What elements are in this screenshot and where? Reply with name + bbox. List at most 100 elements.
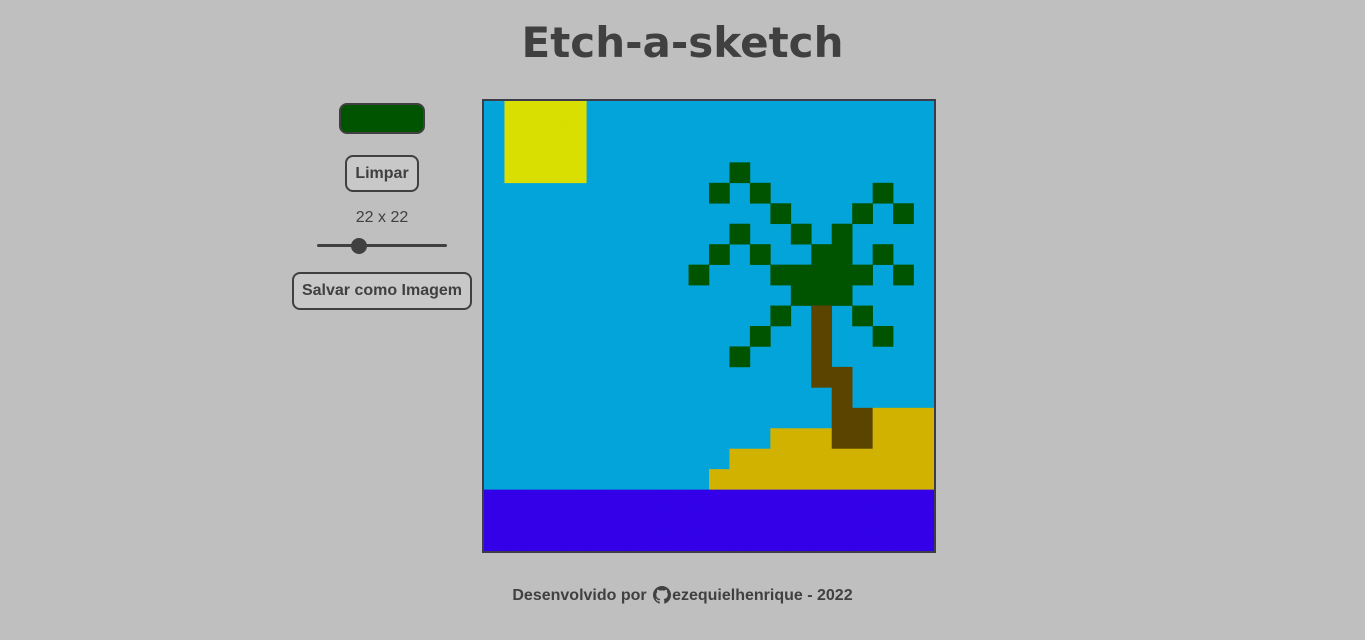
grid-cell[interactable] [893,448,914,470]
grid-cell[interactable] [831,387,853,409]
grid-cell[interactable] [749,244,771,265]
grid-cell[interactable] [790,428,812,450]
grid-cell[interactable] [709,469,730,490]
grid-cell[interactable] [545,530,567,551]
grid-cell[interactable] [565,121,587,143]
grid-cell[interactable] [811,530,833,551]
grid-cell[interactable] [831,530,853,551]
grid-cell[interactable] [504,121,526,143]
grid-cell[interactable] [749,469,771,490]
grid-cell[interactable] [709,510,730,531]
grid-cell[interactable] [606,530,628,551]
grid-cell[interactable] [729,346,751,368]
grid-cell[interactable] [811,264,833,286]
grid-cell[interactable] [668,510,689,531]
grid-cell[interactable] [831,510,853,531]
grid-cell[interactable] [647,530,669,551]
grid-cell[interactable] [872,407,894,429]
grid-cell[interactable] [688,530,710,551]
grid-cell[interactable] [852,530,873,551]
grid-cell[interactable] [565,101,587,122]
grid-cell[interactable] [831,264,853,286]
grid-cell[interactable] [852,428,873,450]
grid-cell[interactable] [790,489,812,511]
grid-cell[interactable] [831,448,853,470]
grid-cell[interactable] [627,510,648,531]
grid-cell[interactable] [749,448,771,470]
save-image-button[interactable]: Salvar como Imagem [292,272,472,310]
grid-cell[interactable] [709,489,730,511]
grid-cell[interactable] [688,489,710,511]
grid-cell[interactable] [688,510,710,531]
grid-cell[interactable] [688,264,710,286]
grid-cell[interactable] [872,244,894,265]
grid-cell[interactable] [484,489,505,511]
grid-size-slider[interactable] [317,238,447,254]
clear-button[interactable]: Limpar [345,155,419,192]
grid-cell[interactable] [565,489,587,511]
grid-cell[interactable] [770,530,792,551]
grid-cell[interactable] [790,469,812,490]
grid-cell[interactable] [606,489,628,511]
grid-cell[interactable] [790,510,812,531]
grid-cell[interactable] [831,428,853,450]
color-picker[interactable] [339,103,425,134]
grid-cell[interactable] [545,510,567,531]
grid-cell[interactable] [811,346,833,368]
grid-cell[interactable] [749,489,771,511]
grid-cell[interactable] [709,530,730,551]
grid-cell[interactable] [627,489,648,511]
grid-cell[interactable] [811,428,833,450]
grid-cell[interactable] [790,530,812,551]
grid-cell[interactable] [872,489,894,511]
grid-cell[interactable] [893,530,914,551]
grid-cell[interactable] [709,244,730,265]
slider-thumb[interactable] [351,238,368,254]
pixel-grid[interactable] [484,101,934,551]
grid-cell[interactable] [729,530,751,551]
grid-cell[interactable] [484,530,505,551]
grid-cell[interactable] [770,203,792,225]
grid-cell[interactable] [668,489,689,511]
grid-cell[interactable] [831,469,853,490]
grid-cell[interactable] [811,305,833,327]
grid-cell[interactable] [729,510,751,531]
grid-cell[interactable] [749,182,771,204]
grid-cell[interactable] [770,489,792,511]
grid-cell[interactable] [893,469,914,490]
grid-cell[interactable] [831,285,853,306]
grid-cell[interactable] [811,326,833,347]
grid-cell[interactable] [524,530,546,551]
grid-cell[interactable] [504,489,526,511]
grid-cell[interactable] [872,428,894,450]
grid-cell[interactable] [606,510,628,531]
grid-cell[interactable] [647,510,669,531]
grid-cell[interactable] [770,510,792,531]
grid-cell[interactable] [484,510,505,531]
grid-cell[interactable] [709,182,730,204]
grid-cell[interactable] [504,101,526,122]
grid-cell[interactable] [504,141,526,163]
grid-cell[interactable] [504,510,526,531]
grid-cell[interactable] [524,510,546,531]
grid-cell[interactable] [811,244,833,265]
grid-cell[interactable] [770,448,792,470]
grid-cell[interactable] [749,530,771,551]
grid-cell[interactable] [852,305,873,327]
grid-cell[interactable] [586,510,608,531]
grid-cell[interactable] [913,407,934,429]
grid-cell[interactable] [913,530,934,551]
grid-cell[interactable] [913,469,934,490]
grid-cell[interactable] [790,264,812,286]
grid-cell[interactable] [565,510,587,531]
grid-cell[interactable] [811,285,833,306]
grid-cell[interactable] [872,448,894,470]
grid-cell[interactable] [852,489,873,511]
grid-cell[interactable] [770,469,792,490]
grid-cell[interactable] [852,203,873,225]
grid-cell[interactable] [790,223,812,245]
grid-cell[interactable] [647,489,669,511]
grid-cell[interactable] [852,510,873,531]
grid-cell[interactable] [852,264,873,286]
grid-cell[interactable] [872,530,894,551]
